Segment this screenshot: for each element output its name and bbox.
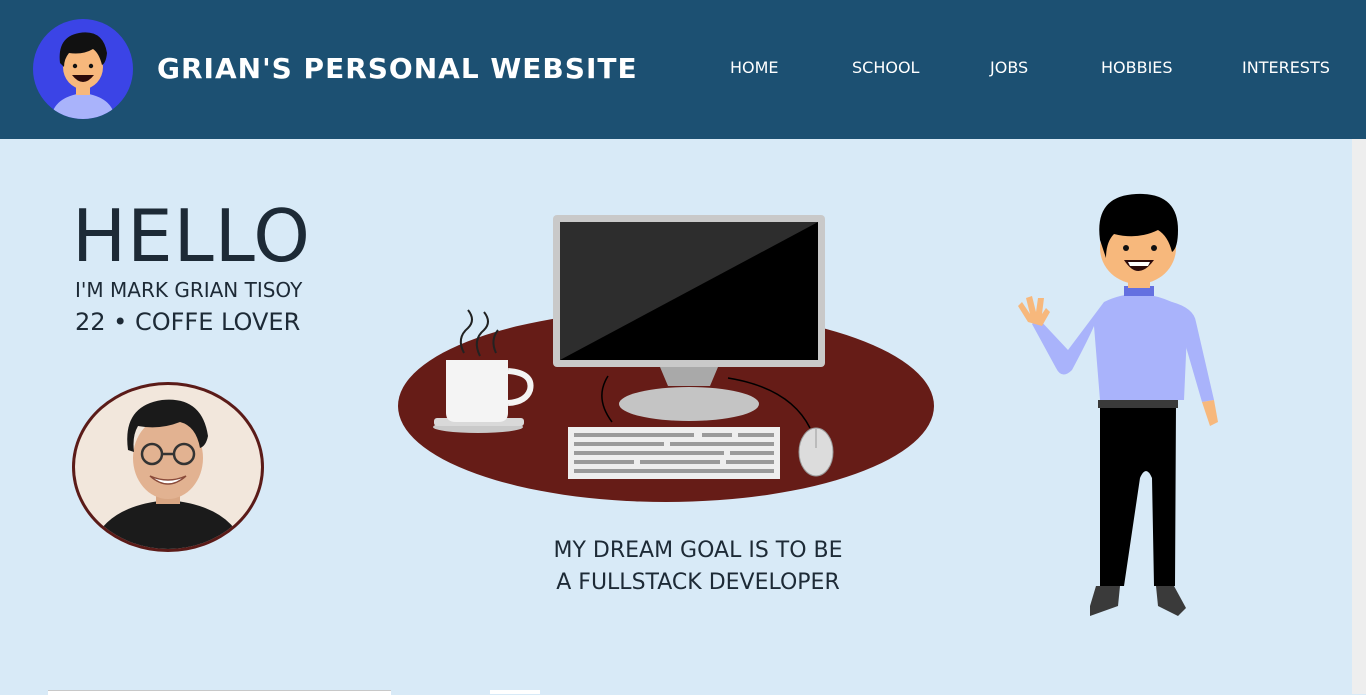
name-text: I'M MARK GRIAN TISOY xyxy=(75,278,303,302)
bottom-panel-edge-2 xyxy=(490,690,540,694)
nav-home[interactable]: HOME xyxy=(730,58,779,77)
dream-line-2: A FULLSTACK DEVELOPER xyxy=(556,570,840,595)
nav-school[interactable]: SCHOOL xyxy=(852,58,919,77)
main-nav: HOME SCHOOL JOBS HOBBIES INTERESTS xyxy=(0,58,1366,80)
hello-heading: HELLO xyxy=(72,194,311,278)
profile-photo xyxy=(72,382,264,552)
dream-line-1: MY DREAM GOAL IS TO BE xyxy=(553,538,843,563)
nav-interests[interactable]: INTERESTS xyxy=(1242,58,1330,77)
waving-character-illustration xyxy=(1018,193,1218,616)
nav-hobbies[interactable]: HOBBIES xyxy=(1101,58,1173,77)
site-header: GRIAN'S PERSONAL WEBSITE HOME SCHOOL JOB… xyxy=(0,0,1366,139)
age-text: 22 • COFFE LOVER xyxy=(75,308,301,336)
dream-goal-text: MY DREAM GOAL IS TO BE A FULLSTACK DEVEL… xyxy=(498,535,898,599)
desk-illustration xyxy=(398,215,934,502)
bottom-panel-edge xyxy=(48,690,391,695)
scrollbar[interactable] xyxy=(1352,139,1366,694)
nav-jobs[interactable]: JOBS xyxy=(990,58,1028,77)
